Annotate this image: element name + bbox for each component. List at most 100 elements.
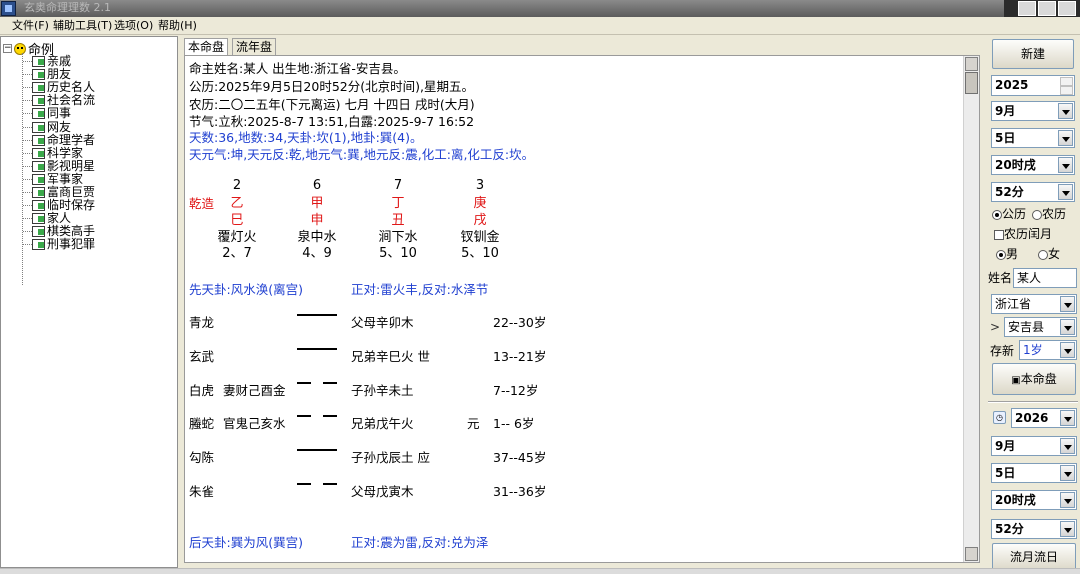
- smiley-icon: [14, 42, 26, 55]
- hour-select[interactable]: 20时戌: [991, 155, 1075, 175]
- age-range: 1-- 6岁: [493, 416, 535, 431]
- radio-female[interactable]: 女: [1038, 247, 1060, 261]
- yao-row: 青龙 父母辛卯木 22--30岁: [185, 314, 965, 332]
- panel-separator: [988, 401, 1078, 403]
- new-button[interactable]: 新建: [992, 39, 1074, 69]
- tree-item[interactable]: 军事家: [23, 172, 83, 186]
- chevron-down-icon[interactable]: [1058, 103, 1073, 119]
- yin-line-segment: [297, 483, 311, 485]
- radio-solar[interactable]: 公历: [992, 207, 1026, 221]
- chart-icon: ▣: [1011, 375, 1021, 386]
- flow-minute-select[interactable]: 52分: [991, 519, 1077, 539]
- chevron-down-icon[interactable]: [1060, 492, 1075, 508]
- radio-male[interactable]: 男: [996, 247, 1018, 261]
- chevron-down-icon[interactable]: [1060, 342, 1075, 358]
- leap-month-checkbox[interactable]: 农历闰月: [994, 227, 1052, 241]
- fu-shen: 官鬼己亥水: [223, 416, 286, 431]
- chevron-down-icon[interactable]: [1058, 184, 1073, 200]
- tree-item[interactable]: 同事: [23, 107, 71, 120]
- book-icon: [32, 95, 45, 107]
- pillar-nayin: 泉中水: [297, 230, 337, 245]
- chevron-down-icon[interactable]: [1058, 157, 1073, 173]
- chevron-down-icon[interactable]: [1058, 130, 1073, 146]
- flow-month-select[interactable]: 9月: [991, 436, 1077, 456]
- input-panel: 新建 2025 9月 5日 20时戌 52分 公历 农历 农历闰月 男 女 姓名…: [986, 36, 1080, 574]
- day-select[interactable]: 5日: [991, 128, 1075, 148]
- maximize-button[interactable]: [1038, 1, 1056, 16]
- pillar-nayin: 覆灯火: [217, 230, 257, 245]
- pillar-number: 3: [475, 178, 485, 193]
- chevron-down-icon[interactable]: [1060, 410, 1075, 426]
- year-input[interactable]: 2025: [991, 75, 1075, 96]
- chevron-down-icon[interactable]: [1060, 438, 1075, 454]
- month-select[interactable]: 9月: [991, 101, 1075, 121]
- tree-item[interactable]: 社会名流: [23, 94, 95, 107]
- year-spinner[interactable]: [1060, 77, 1073, 95]
- menu-help[interactable]: 帮助(H): [158, 19, 197, 33]
- menu-options[interactable]: 选项(O): [114, 19, 153, 33]
- title-bar: 玄奥命理理数 2.1: [0, 0, 1080, 17]
- name-label: 姓名: [988, 271, 1013, 285]
- flow-day-select[interactable]: 5日: [991, 463, 1077, 483]
- county-select[interactable]: 安吉县: [1004, 317, 1077, 337]
- close-button[interactable]: [1058, 1, 1076, 16]
- radio-lunar[interactable]: 农历: [1032, 207, 1066, 221]
- tab-natal-chart[interactable]: 本命盘: [184, 38, 229, 55]
- chevron-down-icon[interactable]: [1060, 465, 1075, 481]
- age-range: 7--12岁: [493, 383, 539, 398]
- tree-item[interactable]: 棋类高手: [23, 225, 95, 238]
- chevron-down-icon[interactable]: [1060, 521, 1075, 537]
- tree-item-label: 棋类高手: [47, 224, 96, 239]
- natal-chart-button[interactable]: ▣本命盘: [992, 363, 1076, 395]
- tree-item-label: 科学家: [47, 145, 84, 160]
- minimize-button[interactable]: [1018, 1, 1036, 16]
- tree-item[interactable]: 亲戚: [23, 55, 71, 68]
- book-icon: [32, 160, 45, 172]
- tree-item[interactable]: 网友: [23, 120, 71, 134]
- tree-item-label: 刑事犯罪: [47, 237, 96, 252]
- pillar-nayin: 涧下水: [378, 230, 418, 245]
- name-input[interactable]: 某人: [1013, 268, 1077, 288]
- tree-root[interactable]: − 命例: [3, 39, 54, 58]
- info-line-yuanqi: 天元气:坤,天元反:乾,地元气:巽,地元反:震,化工:离,化工反:坎。: [189, 147, 535, 162]
- chevron-down-icon[interactable]: [1060, 296, 1075, 312]
- flow-hour-select[interactable]: 20时戌: [991, 490, 1077, 510]
- flow-month-day-button[interactable]: 流月流日: [992, 543, 1076, 571]
- collapse-icon[interactable]: −: [3, 44, 12, 53]
- scroll-down-arrow[interactable]: [965, 547, 978, 561]
- province-select[interactable]: 浙江省: [991, 294, 1077, 314]
- scroll-thumb[interactable]: [965, 72, 978, 94]
- pillar-nayin-numbers: 5、10: [461, 246, 499, 261]
- liuqin-label: 子孙辛未土: [351, 383, 414, 398]
- info-line-name: 命主姓名:某人 出生地:浙江省-安吉县。: [189, 61, 406, 76]
- yang-line: [297, 314, 337, 316]
- yao-row: 玄武 兄弟辛巳火 世 13--21岁: [185, 348, 965, 366]
- pillar-branch: 戌: [473, 213, 487, 228]
- yin-line-segment: [323, 415, 337, 417]
- menu-file[interactable]: 文件(F): [12, 19, 49, 33]
- app-icon[interactable]: [1, 1, 16, 16]
- xiantian-relation: 正对:雷火丰,反对:水泽节: [351, 282, 489, 297]
- info-line-lunar: 农历:二〇二五年(下元离运) 七月 十四日 戌时(大月): [189, 97, 475, 112]
- tree-item[interactable]: 科学家: [23, 145, 84, 160]
- menu-tools[interactable]: 辅助工具(T): [53, 19, 112, 33]
- content-scrollbar[interactable]: [963, 56, 979, 562]
- tree-item[interactable]: 刑事犯罪: [23, 238, 95, 251]
- tree-item-label: 同事: [47, 106, 72, 121]
- natal-chart-label: 本命盘: [1020, 372, 1057, 386]
- tree-item[interactable]: 命理学者: [23, 133, 95, 147]
- tree-item-label: 亲戚: [47, 54, 72, 68]
- chevron-down-icon[interactable]: [1060, 319, 1075, 335]
- age-range: 22--30岁: [493, 315, 547, 330]
- info-line-numbers: 天数:36,地数:34,天卦:坎(1),地卦:巽(4)。: [189, 130, 423, 145]
- tab-yearly-chart[interactable]: 流年盘: [232, 38, 277, 55]
- save-age-select[interactable]: 1岁: [1019, 340, 1077, 360]
- scroll-up-arrow[interactable]: [965, 57, 978, 71]
- minute-select[interactable]: 52分: [991, 182, 1075, 202]
- flow-year-select[interactable]: 2026: [1011, 408, 1077, 428]
- county-value: 安吉县: [1008, 320, 1045, 334]
- status-strip: [0, 568, 1080, 574]
- case-tree: − 命例 亲戚 朋友 历史名人 社会名流 同事 网友 命理学者 科学家 影视明星 军事家 富商巨贾 临时…: [0, 36, 178, 568]
- tree-item[interactable]: 富商巨贾: [23, 186, 95, 199]
- tree-item[interactable]: 影视明星: [23, 159, 95, 173]
